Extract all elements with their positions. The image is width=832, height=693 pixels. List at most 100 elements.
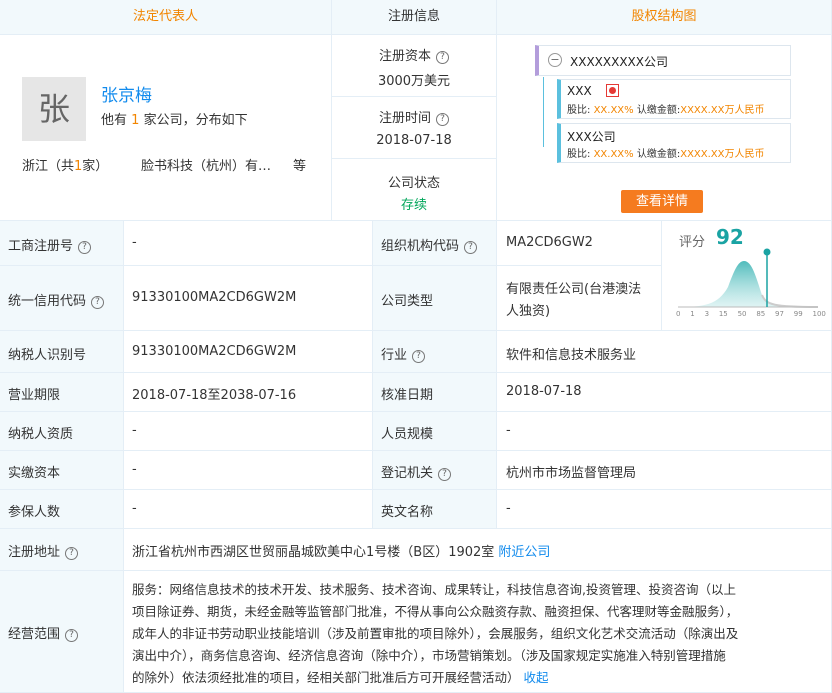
more-text: 等 — [293, 159, 307, 174]
equity-chart-header: 股权结构图 — [497, 0, 832, 35]
score-marker-dot — [763, 248, 771, 256]
equity-chart-header-text: 股权结构图 — [631, 9, 697, 24]
collapse-icon[interactable]: − — [548, 53, 562, 67]
node2-sub: XXXX.XX万人民币 — [680, 149, 765, 160]
value-credit-code: 91330100MA2CD6GW2M — [124, 266, 373, 331]
biz-reg-no-value: - — [132, 235, 137, 250]
score-ticks: 0 1 3 15 50 85 97 99 100 — [676, 310, 826, 318]
avatar-char: 张 — [37, 90, 70, 128]
status-badge: 存续 — [400, 198, 427, 213]
reg-time-label-text: 注册时间 — [378, 111, 431, 126]
help-icon[interactable]: ? — [65, 547, 79, 560]
status-label: 公司状态 — [387, 176, 440, 191]
scope-label-text: 经营范围 — [8, 627, 61, 642]
scope-text: 服务：网络信息技术的技术开发、技术服务、技术咨询、成果转让，科技信息咨询,投资管… — [132, 579, 738, 689]
legal-rep-name[interactable]: 张京梅 — [101, 81, 152, 106]
person-badge-icon — [606, 84, 619, 97]
insured-value: - — [132, 501, 137, 516]
help-icon[interactable]: ? — [65, 629, 79, 642]
reg-info-header-text: 注册信息 — [387, 9, 440, 24]
industry-label-text: 行业 — [381, 348, 408, 363]
authority-label: 登记机关? — [381, 462, 452, 481]
org-code-value: MA2CD6GW2 — [506, 235, 593, 250]
industry-value: 软件和信息技术服务业 — [506, 348, 637, 363]
tick-label: 99 — [793, 310, 803, 318]
node2-sub-label: 认缴金额: — [636, 149, 681, 160]
value-insured: - — [124, 490, 373, 529]
insured-label: 参保人数 — [8, 505, 61, 520]
reg-capital-cell: 注册资本? 3000万美元 — [332, 35, 497, 97]
reg-capital-label: 注册资本? — [332, 45, 496, 64]
tax-qual-label: 纳税人资质 — [8, 427, 74, 442]
scope-line: 成年人的非证书劳动职业技能培训（涉及前置审批的项目除外），会展服务，组织文化艺术… — [132, 626, 739, 641]
value-staff: - — [497, 412, 832, 451]
label-insured: 参保人数 — [0, 490, 124, 529]
label-authority: 登记机关? — [373, 451, 497, 490]
reg-time-cell: 注册时间? 2018-07-18 — [332, 97, 497, 159]
company-info-panel: 法定代表人 注册信息 股权结构图 张 张京梅 他有 1 家公司，分布如下 浙江（… — [0, 0, 832, 693]
equity-node-company[interactable]: XXX公司 股比: XX.XX% 认缴金额:XXXX.XX万人民币 — [557, 123, 791, 163]
province-suffix: 家） — [82, 159, 109, 174]
english-name-label: 英文名称 — [381, 505, 434, 520]
scope-line: 的除外）依法须经批准的项目，经相关部门批准后方可开展经营活动） — [132, 670, 520, 685]
help-icon[interactable]: ? — [436, 51, 449, 64]
credit-code-value: 91330100MA2CD6GW2M — [132, 290, 297, 305]
equity-root-node[interactable]: − XXXXXXXXX公司 — [535, 45, 791, 76]
value-english-name: - — [497, 490, 832, 529]
address-label: 注册地址? — [8, 541, 79, 560]
help-icon[interactable]: ? — [436, 113, 449, 126]
industry-label: 行业? — [381, 344, 426, 363]
tick-label: 100 — [812, 310, 826, 318]
label-address: 注册地址? — [0, 529, 124, 571]
help-icon[interactable]: ? — [91, 296, 105, 309]
help-icon[interactable]: ? — [78, 241, 92, 254]
avatar[interactable]: 张 — [22, 77, 86, 141]
approval-date-label: 核准日期 — [381, 388, 434, 403]
staff-label: 人员规模 — [381, 427, 434, 442]
reg-info-header: 注册信息 — [332, 0, 497, 35]
term-label: 营业期限 — [8, 388, 61, 403]
value-scope: 服务：网络信息技术的技术开发、技术服务、技术咨询、成果转让，科技信息咨询,投资管… — [124, 571, 832, 693]
help-icon[interactable]: ? — [412, 350, 426, 363]
biz-reg-no-label: 工商注册号? — [8, 235, 92, 254]
node2-ratio: XX.XX% — [593, 149, 634, 160]
help-icon[interactable]: ? — [464, 241, 478, 254]
value-taxpayer-id: 91330100MA2CD6GW2M — [124, 331, 373, 373]
collapse-link[interactable]: 收起 — [524, 670, 549, 685]
label-taxpayer-id: 纳税人识别号 — [0, 331, 124, 373]
approval-date-value: 2018-07-18 — [506, 384, 582, 399]
address-label-text: 注册地址 — [8, 545, 61, 560]
score-distribution-chart — [678, 248, 819, 308]
root-company-name: XXXXXXXXX公司 — [570, 55, 668, 69]
tree-line — [543, 77, 544, 147]
province-distribution: 浙江（共1家） — [22, 155, 108, 174]
related-company-link[interactable]: 脸书科技（杭州）有… — [141, 155, 271, 174]
equity-chart-block: − XXXXXXXXX公司 XXX 股比: XX.XX% 认缴金额:XXXX.X… — [497, 35, 832, 221]
reg-time-label: 注册时间? — [332, 107, 496, 126]
distribution-area — [678, 261, 818, 307]
value-tax-qual: - — [124, 412, 373, 451]
company-type-label: 公司类型 — [381, 294, 434, 309]
value-approval-date: 2018-07-18 — [497, 373, 832, 412]
address-value: 浙江省杭州市西湖区世贸丽晶城欧美中心1号楼（B区）1902室 附近公司 — [132, 541, 550, 560]
label-scope: 经营范围? — [0, 571, 124, 693]
desc-suffix: 家公司，分布如下 — [143, 113, 248, 128]
node1-ratio: XX.XX% — [593, 105, 634, 116]
scope-line: 服务：网络信息技术的技术开发、技术服务、技术咨询、成果转让，科技信息咨询,投资管… — [132, 582, 736, 597]
company-type-line2: 人独资) — [506, 304, 551, 319]
legal-rep-header: 法定代表人 — [0, 0, 332, 35]
equity-node-person[interactable]: XXX 股比: XX.XX% 认缴金额:XXXX.XX万人民币 — [557, 79, 791, 119]
scope-line: 项目除证券、期货，未经金融等监管部门批准，不得从事向公众融资存款、融资担保、代客… — [132, 604, 739, 619]
node2-name: XXX公司 — [567, 130, 616, 144]
score-value: 92 — [716, 225, 744, 249]
view-detail-button[interactable]: 查看详情 — [621, 190, 703, 213]
company-type-line1: 有限责任公司(台港澳法 — [506, 282, 642, 297]
org-code-label-text: 组织机构代码 — [381, 239, 460, 254]
nearby-companies-link[interactable]: 附近公司 — [498, 545, 550, 560]
authority-label-text: 登记机关 — [381, 466, 434, 481]
paid-capital-value: - — [132, 462, 137, 477]
scope-line: 演出中介），商务信息咨询、经济信息咨询（除中介），市场营销策划。（涉及国家规定实… — [132, 648, 726, 663]
label-term: 营业期限 — [0, 373, 124, 412]
help-icon[interactable]: ? — [438, 468, 452, 481]
legal-rep-desc: 他有 1 家公司，分布如下 — [101, 109, 248, 128]
